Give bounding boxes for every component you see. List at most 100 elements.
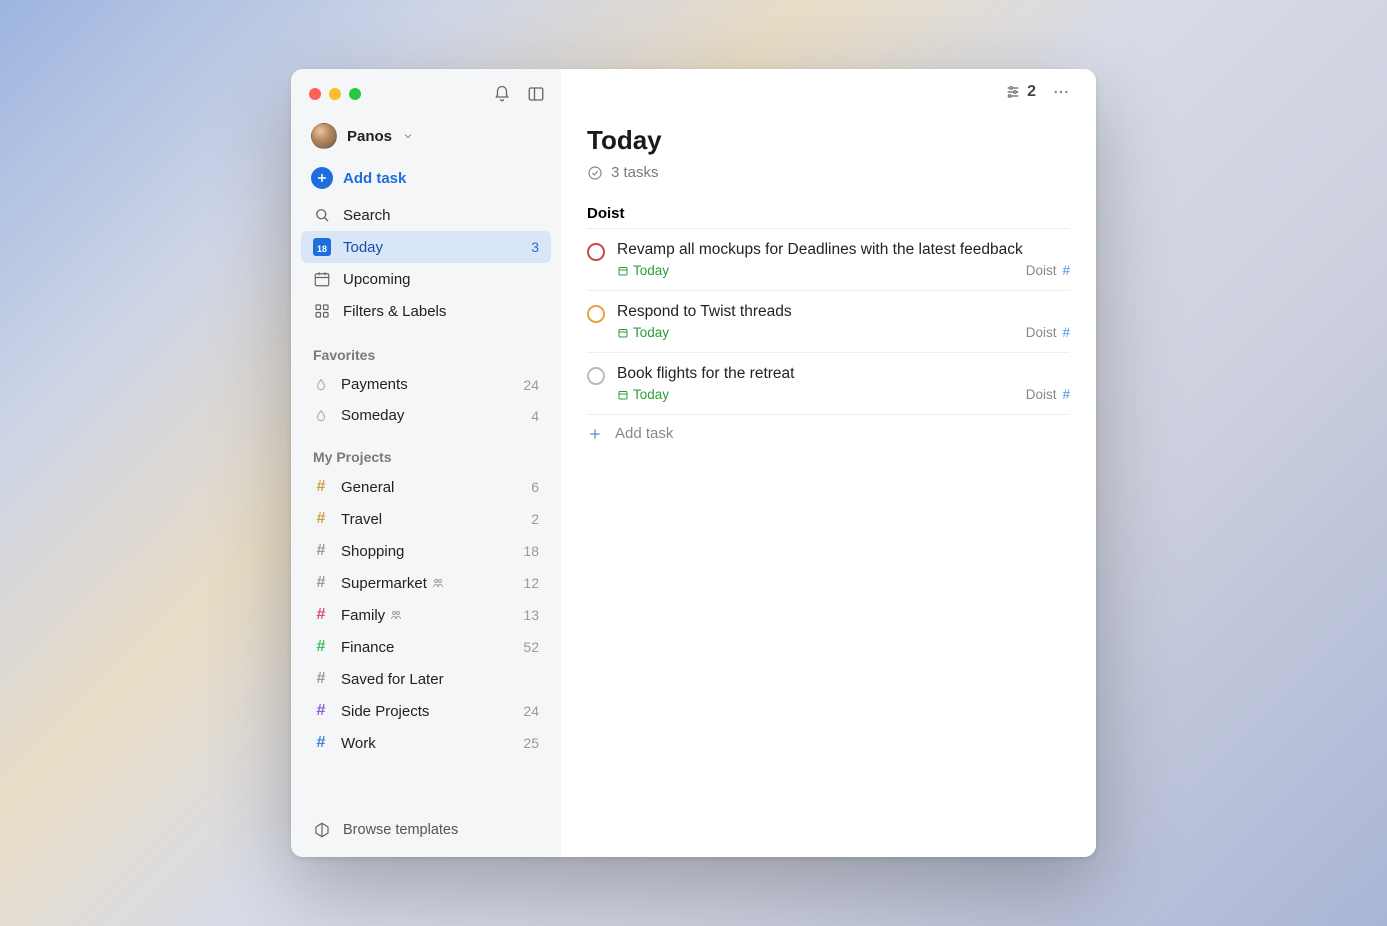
favorite-item[interactable]: Payments 24 [291, 369, 561, 400]
task-row[interactable]: Book flights for the retreat Today Doist… [587, 352, 1070, 414]
project-count: 24 [523, 703, 539, 719]
favorite-count: 24 [523, 377, 539, 393]
task-list: Revamp all mockups for Deadlines with th… [587, 222, 1070, 414]
task-meta: Today Doist # [617, 325, 1070, 340]
task-checkbox[interactable] [587, 243, 605, 261]
zoom-icon[interactable] [349, 88, 361, 100]
browse-templates-label: Browse templates [343, 822, 458, 838]
nav-count: 3 [531, 239, 539, 255]
project-count: 25 [523, 735, 539, 751]
close-icon[interactable] [309, 88, 321, 100]
task-meta: Today Doist # [617, 263, 1070, 278]
task-date[interactable]: Today [617, 387, 669, 402]
calendar-today-icon: 18 [313, 238, 331, 256]
nav-label: Filters & Labels [343, 303, 446, 320]
task-summary: 3 tasks [587, 164, 1070, 181]
project-item[interactable]: # Side Projects 24 [291, 695, 561, 727]
hash-icon: # [1062, 263, 1070, 278]
favorites-header[interactable]: Favorites [291, 329, 561, 369]
task-project[interactable]: Doist [1026, 325, 1057, 340]
project-label: Travel [341, 511, 382, 528]
task-body: Revamp all mockups for Deadlines with th… [617, 241, 1070, 278]
templates-icon [313, 821, 331, 839]
chevron-down-icon [402, 130, 414, 142]
task-row[interactable]: Respond to Twist threads Today Doist # [587, 290, 1070, 352]
app-window: Panos Add task Search 18 Today 3 [291, 69, 1096, 857]
favorite-label: Payments [341, 376, 408, 393]
project-item[interactable]: # Supermarket 12 [291, 567, 561, 599]
user-name: Panos [347, 128, 392, 145]
favorite-label: Someday [341, 407, 404, 424]
project-count: 52 [523, 639, 539, 655]
projects-header[interactable]: My Projects [291, 431, 561, 471]
main-pane: 2 Today 3 tasks Doist Revamp all mockups… [561, 69, 1096, 857]
project-item[interactable]: # Finance 52 [291, 631, 561, 663]
add-task-button[interactable]: Add task [291, 159, 561, 197]
main-toolbar: 2 [587, 83, 1070, 101]
add-task-inline[interactable]: Add task [587, 414, 1070, 452]
sidebar: Panos Add task Search 18 Today 3 [291, 69, 561, 857]
nav-list: Search 18 Today 3 Upcoming Filters & Lab… [291, 197, 561, 329]
project-item[interactable]: # General 6 [291, 471, 561, 503]
grid-icon [313, 302, 331, 320]
drop-icon [313, 408, 329, 424]
project-item[interactable]: # Family 13 [291, 599, 561, 631]
plus-icon [311, 167, 333, 189]
project-item[interactable]: # Work 25 [291, 727, 561, 759]
sliders-icon [1005, 84, 1021, 100]
nav-filters[interactable]: Filters & Labels [301, 295, 551, 327]
view-filter-button[interactable]: 2 [1005, 83, 1036, 101]
project-label: Saved for Later [341, 671, 444, 688]
minimize-icon[interactable] [329, 88, 341, 100]
task-title: Book flights for the retreat [617, 365, 1070, 383]
hash-icon: # [313, 478, 329, 496]
project-item[interactable]: # Shopping 18 [291, 535, 561, 567]
add-task-inline-label: Add task [615, 425, 673, 442]
nav-upcoming[interactable]: Upcoming [301, 263, 551, 295]
nav-today[interactable]: 18 Today 3 [301, 231, 551, 263]
hash-icon: # [313, 606, 329, 624]
hash-icon: # [313, 702, 329, 720]
task-title: Revamp all mockups for Deadlines with th… [617, 241, 1070, 259]
traffic-lights [309, 88, 361, 100]
task-date[interactable]: Today [617, 263, 669, 278]
calendar-icon [313, 270, 331, 288]
nav-search[interactable]: Search [301, 199, 551, 231]
plus-icon [587, 426, 603, 442]
check-circle-icon [587, 165, 603, 181]
project-count: 2 [531, 511, 539, 527]
bell-icon[interactable] [493, 85, 511, 103]
task-checkbox[interactable] [587, 367, 605, 385]
task-row[interactable]: Revamp all mockups for Deadlines with th… [587, 228, 1070, 290]
hash-icon: # [313, 574, 329, 592]
shared-icon [431, 576, 445, 591]
nav-label: Upcoming [343, 271, 411, 288]
project-item[interactable]: # Saved for Later [291, 663, 561, 695]
task-date[interactable]: Today [617, 325, 669, 340]
hash-icon: # [1062, 387, 1070, 402]
project-count: 6 [531, 479, 539, 495]
project-item[interactable]: # Travel 2 [291, 503, 561, 535]
more-icon[interactable] [1052, 83, 1070, 101]
task-meta: Today Doist # [617, 387, 1070, 402]
favorite-item[interactable]: Someday 4 [291, 400, 561, 431]
hash-icon: # [1062, 325, 1070, 340]
nav-label: Today [343, 239, 383, 256]
filter-count: 2 [1027, 83, 1036, 101]
nav-label: Search [343, 207, 391, 224]
project-label: Shopping [341, 543, 404, 560]
project-label: Finance [341, 639, 394, 656]
favorite-count: 4 [531, 408, 539, 424]
task-checkbox[interactable] [587, 305, 605, 323]
task-project[interactable]: Doist [1026, 387, 1057, 402]
hash-icon: # [313, 510, 329, 528]
browse-templates[interactable]: Browse templates [291, 803, 561, 845]
account-switcher[interactable]: Panos [291, 109, 561, 159]
project-label: Family [341, 607, 403, 624]
search-icon [313, 206, 331, 224]
task-project[interactable]: Doist [1026, 263, 1057, 278]
titlebar [291, 81, 561, 109]
sidebar-toggle-icon[interactable] [527, 85, 545, 103]
task-group-header[interactable]: Doist [587, 205, 1070, 222]
project-label: Supermarket [341, 575, 445, 592]
